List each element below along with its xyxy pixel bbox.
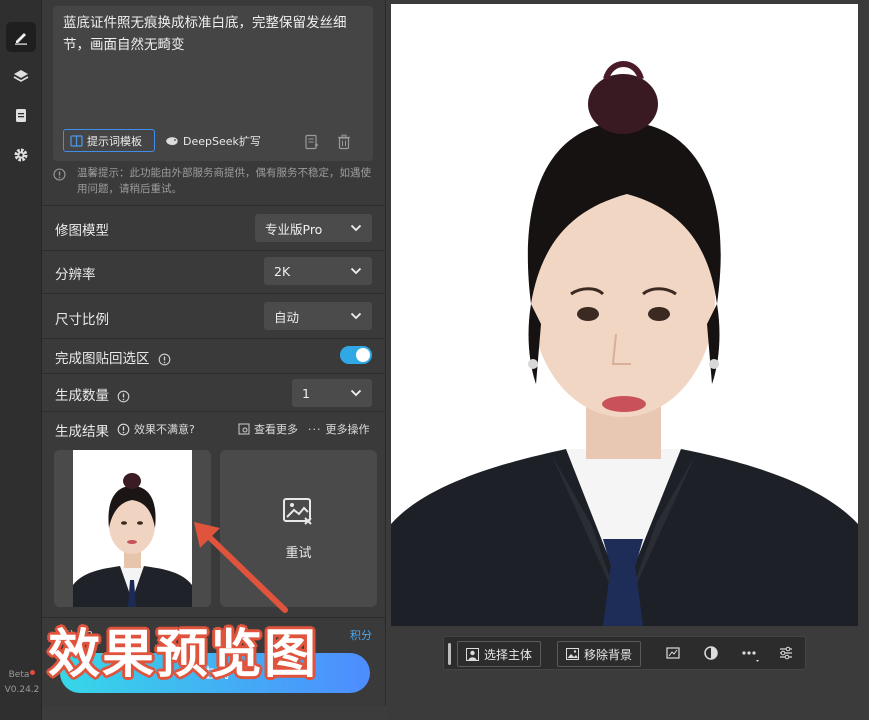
paste-back-label-wrap: 完成图贴回选区: [55, 347, 171, 367]
clipboard-icon: [16, 109, 26, 122]
more-actions-label: 更多操作: [325, 423, 370, 436]
canvas-area: 选择主体 移除背景: [387, 0, 869, 720]
chevron-down-icon: [350, 389, 362, 397]
image-search-icon: [238, 423, 250, 435]
chevron-down-icon: [350, 312, 362, 320]
count-row: 生成数量 1: [42, 373, 385, 411]
version-number: V0.24.2: [4, 685, 40, 695]
more-actions-button[interactable]: ··· 更多操作: [308, 421, 370, 437]
info-circle-icon[interactable]: [158, 353, 171, 366]
model-select[interactable]: 专业版Pro: [255, 214, 372, 242]
canvas-toolbar: 选择主体 移除背景: [443, 636, 806, 670]
paste-back-toggle[interactable]: [340, 346, 372, 364]
layers-tool-button[interactable]: [6, 61, 36, 91]
view-more-button[interactable]: 查看更多: [238, 421, 298, 437]
select-subject-label: 选择主体: [484, 647, 533, 662]
left-rail: Beta V0.24.2: [0, 0, 42, 720]
contrast-icon[interactable]: [703, 645, 719, 661]
edit-tool-button[interactable]: [6, 22, 36, 52]
history-tool-button[interactable]: [6, 100, 36, 130]
deepseek-expand-button[interactable]: DeepSeek扩写: [165, 129, 261, 152]
count-label-wrap: 生成数量: [55, 384, 130, 404]
deepseek-expand-label: DeepSeek扩写: [183, 134, 261, 148]
count-label: 生成数量: [55, 388, 109, 404]
prompt-template-button[interactable]: 提示词模板: [63, 129, 155, 152]
more-icon[interactable]: [740, 645, 760, 663]
remove-background-label: 移除背景: [584, 647, 633, 662]
beta-badge: Beta: [2, 670, 42, 680]
aspect-row: 尺寸比例 自动: [42, 293, 385, 338]
chevron-down-icon: [350, 224, 362, 232]
view-more-label: 查看更多: [254, 423, 298, 436]
model-value: 专业版Pro: [265, 221, 323, 237]
gear-icon: [14, 148, 28, 162]
info-circle-icon: [117, 423, 130, 435]
info-circle-icon: [53, 168, 66, 181]
paste-back-row: 完成图贴回选区: [42, 338, 385, 373]
ellipsis-icon: ···: [308, 422, 322, 436]
save-prompt-icon[interactable]: [304, 134, 320, 150]
chevron-down-icon: [350, 267, 362, 275]
unsatisfied-link[interactable]: 效果不满意?: [117, 421, 195, 437]
unsatisfied-label: 效果不满意?: [134, 423, 195, 436]
result-thumbnail[interactable]: [54, 450, 211, 607]
toggle-knob: [356, 348, 370, 362]
sliders-icon[interactable]: [778, 645, 794, 661]
resolution-row: 分辨率 2K: [42, 250, 385, 293]
remove-background-button[interactable]: 移除背景: [557, 641, 642, 667]
portrait-image: [391, 4, 858, 626]
prompt-box[interactable]: 蓝底证件照无痕换成标准白底，完整保留发丝细节，画面自然无畸变 提示词模板 Dee…: [53, 6, 373, 161]
model-row: 修图模型 专业版Pro: [42, 205, 385, 250]
service-notice: 温馨提示：此功能由外部服务商提供，偶有服务不稳定，如遇使用问题，请稍后重试。: [53, 165, 375, 197]
aspect-select[interactable]: 自动: [264, 302, 372, 330]
notice-text: 温馨提示：此功能由外部服务商提供，偶有服务不稳定，如遇使用问题，请稍后重试。: [77, 167, 371, 195]
resolution-select[interactable]: 2K: [264, 257, 372, 285]
person-icon: [466, 647, 479, 661]
count-select[interactable]: 1: [292, 379, 372, 407]
brush-icon: [15, 33, 27, 45]
layers-icon: [13, 70, 29, 82]
settings-tool-button[interactable]: [6, 140, 36, 170]
deepseek-whale-icon: [166, 136, 178, 145]
resolution-label: 分辨率: [55, 267, 96, 283]
aspect-value: 自动: [274, 309, 300, 325]
result-portrait-image: [54, 450, 211, 607]
select-subject-button[interactable]: 选择主体: [457, 641, 542, 667]
book-icon: [70, 134, 83, 147]
annotation-arrow: [194, 522, 288, 613]
prompt-template-label: 提示词模板: [87, 134, 142, 148]
results-header: 生成结果 效果不满意? 查看更多 ··· 更多操作: [42, 411, 385, 445]
aspect-label: 尺寸比例: [55, 312, 109, 328]
paste-back-label: 完成图贴回选区: [55, 351, 150, 367]
annotation-label: 效果预览图: [48, 625, 319, 685]
main-preview-image[interactable]: [391, 4, 858, 626]
info-circle-icon[interactable]: [117, 390, 130, 403]
results-label: 生成结果: [55, 424, 109, 440]
image-icon: [566, 648, 579, 660]
points-right-text[interactable]: 积分: [350, 627, 372, 643]
resolution-value: 2K: [274, 263, 291, 279]
toolbar-grip[interactable]: [448, 643, 451, 665]
trash-icon[interactable]: [337, 134, 351, 150]
prompt-text[interactable]: 蓝底证件照无痕换成标准白底，完整保留发丝细节，画面自然无畸变: [63, 12, 365, 56]
count-value: 1: [302, 385, 310, 401]
model-label: 修图模型: [55, 223, 109, 239]
crop-icon[interactable]: [665, 645, 681, 661]
